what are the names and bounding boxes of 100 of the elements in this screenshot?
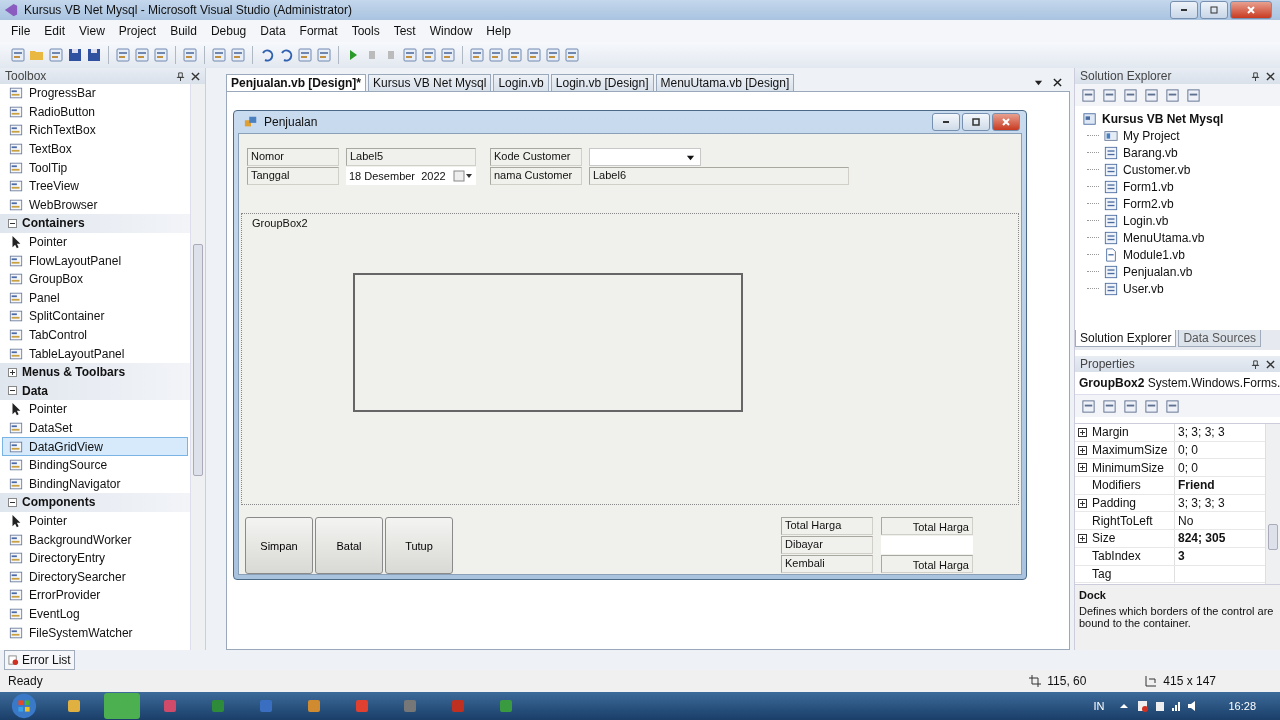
close-button[interactable] — [1230, 1, 1272, 19]
toolbar-icon[interactable] — [10, 47, 26, 63]
save-icon[interactable] — [86, 47, 102, 63]
toolbar-icon[interactable] — [211, 47, 227, 63]
toolbar-icon[interactable] — [469, 47, 485, 63]
pin-icon[interactable] — [176, 71, 185, 81]
tree-item[interactable]: User.vb — [1075, 280, 1280, 297]
toolbar-icon[interactable] — [1186, 87, 1201, 103]
toolbar-icon[interactable] — [1081, 398, 1096, 414]
toolbox-item[interactable]: BindingNavigator — [2, 474, 188, 494]
toolbar-icon[interactable] — [1081, 87, 1096, 103]
menu-item[interactable]: Tools — [344, 24, 387, 38]
tree-item[interactable]: My Project — [1075, 127, 1280, 144]
close-button[interactable] — [992, 113, 1020, 132]
menu-item[interactable]: Format — [292, 24, 345, 38]
minimize-button[interactable] — [1170, 1, 1198, 19]
tree-item[interactable]: Module1.vb — [1075, 246, 1280, 263]
expand-icon[interactable] — [1077, 498, 1087, 508]
toolbox-item[interactable]: TableLayoutPanel — [2, 344, 188, 363]
document-tab[interactable]: Penjualan.vb [Design]* — [226, 74, 367, 92]
property-value[interactable]: 3; 3; 3; 3 — [1175, 424, 1265, 441]
maximize-button[interactable] — [962, 113, 990, 132]
menu-item[interactable]: View — [72, 24, 112, 38]
tree-item[interactable]: Form1.vb — [1075, 178, 1280, 195]
document-tab[interactable]: Login.vb [Design] — [550, 74, 654, 92]
panel-tab[interactable]: Data Sources — [1178, 330, 1262, 347]
expand-icon[interactable] — [1077, 445, 1087, 455]
menu-item[interactable]: Edit — [37, 24, 73, 38]
toolbar-icon[interactable] — [526, 47, 542, 63]
toolbox-category[interactable]: Menus & Toolbars — [0, 362, 190, 382]
toolbox-item[interactable]: DirectoryEntry — [2, 548, 188, 568]
toolbar-icon[interactable] — [564, 47, 580, 63]
toolbar-icon[interactable] — [488, 47, 504, 63]
panel-tab[interactable]: Solution Explorer — [1075, 330, 1177, 347]
toolbox-item[interactable]: DataSet — [2, 418, 188, 438]
tree-item[interactable]: Login.vb — [1075, 212, 1280, 229]
form-button[interactable]: Simpan — [245, 517, 313, 575]
menu-item[interactable]: Window — [422, 24, 480, 38]
close-icon[interactable] — [1266, 71, 1275, 81]
property-value[interactable]: 0; 0 — [1175, 441, 1265, 459]
dropdown-icon[interactable] — [1034, 78, 1043, 88]
toolbox-item[interactable]: FileSystemWatcher — [2, 623, 188, 642]
toolbar-icon[interactable] — [1144, 87, 1159, 103]
toolbox-item[interactable]: Panel — [2, 288, 188, 308]
document-tab[interactable]: MenuUtama.vb [Design] — [655, 74, 795, 92]
property-value[interactable]: 3 — [1175, 547, 1265, 565]
document-tab[interactable]: Login.vb — [493, 74, 549, 92]
toolbox-item[interactable]: FlowLayoutPanel — [2, 251, 188, 270]
toolbar-icon[interactable] — [1102, 87, 1117, 103]
pin-icon[interactable] — [1251, 359, 1260, 369]
error-list-tab[interactable]: Error List — [4, 650, 75, 670]
save-icon[interactable] — [67, 47, 83, 63]
scrollbar[interactable] — [190, 84, 205, 650]
toolbox-item[interactable]: TreeView — [2, 176, 188, 196]
menu-item[interactable]: Help — [479, 24, 519, 38]
toolbar-icon[interactable] — [230, 47, 246, 63]
tree-item[interactable]: Penjualan.vb — [1075, 263, 1280, 280]
toolbar-icon[interactable] — [48, 47, 64, 63]
close-icon[interactable] — [1053, 78, 1062, 88]
clock[interactable]: 16:28 — [1228, 700, 1256, 712]
toolbar-icon[interactable] — [134, 47, 150, 63]
close-icon[interactable] — [1266, 359, 1275, 369]
toolbar-icon[interactable] — [1123, 87, 1138, 103]
toolbox-item[interactable]: WebBrowser — [2, 195, 188, 215]
toolbar-icon[interactable] — [1165, 87, 1180, 103]
toolbox-item[interactable]: BindingSource — [2, 455, 188, 475]
toolbar-icon[interactable] — [1144, 398, 1159, 414]
tree-item[interactable]: Customer.vb — [1075, 161, 1280, 178]
calendar-icon[interactable] — [453, 170, 473, 183]
date-picker[interactable]: 18 Desember 2022 — [346, 167, 476, 186]
toolbox-item[interactable]: ToolTip — [2, 158, 188, 177]
toolbar-icon[interactable] — [421, 47, 437, 63]
group-box[interactable]: GroupBox2 — [241, 213, 1019, 506]
menu-item[interactable]: Project — [111, 24, 164, 38]
form-button[interactable]: Tutup — [385, 517, 453, 575]
form-button[interactable]: Batal — [315, 517, 383, 575]
close-icon[interactable] — [191, 71, 200, 81]
toolbar-icon[interactable] — [182, 47, 198, 63]
toolbox-item[interactable]: DirectorySearcher — [2, 567, 188, 587]
toolbar-icon[interactable] — [115, 47, 131, 63]
toolbox-item[interactable]: Pointer — [2, 232, 188, 252]
undo-icon[interactable] — [259, 47, 275, 63]
toolbar-icon[interactable] — [1102, 398, 1117, 414]
toolbox-item[interactable]: ErrorProvider — [2, 586, 188, 605]
toolbox-item[interactable]: DataGridView — [2, 437, 188, 456]
toolbox-item[interactable]: RadioButton — [2, 102, 188, 122]
toolbox-item[interactable]: RichTextBox — [2, 121, 188, 140]
toolbox-category[interactable]: Containers — [0, 214, 190, 233]
toolbox-item[interactable]: ProgressBar — [2, 84, 188, 103]
toolbox-item[interactable]: EventLog — [2, 604, 188, 624]
document-tab[interactable]: Kursus VB Net Mysql — [368, 74, 492, 92]
toolbox-item[interactable]: BackgroundWorker — [2, 530, 188, 549]
toolbox-item[interactable]: SplitContainer — [2, 307, 188, 326]
expander-icon[interactable] — [8, 218, 17, 228]
toolbox-item[interactable]: TextBox — [2, 139, 188, 159]
toolbar-icon[interactable] — [297, 47, 313, 63]
property-value[interactable]: Friend — [1175, 477, 1265, 494]
menu-item[interactable]: Build — [163, 24, 204, 38]
pin-icon[interactable] — [1251, 71, 1260, 81]
selection-rectangle[interactable] — [353, 273, 743, 413]
